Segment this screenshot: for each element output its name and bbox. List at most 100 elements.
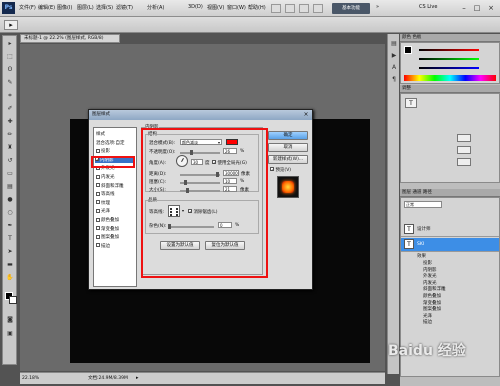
preview-checkbox[interactable]: ✓ 预览(V) (270, 167, 291, 173)
adjust-button-3[interactable] (457, 158, 471, 166)
pen-tool-icon[interactable]: ✒ (5, 222, 15, 230)
menu-window[interactable]: 窗口(W) (227, 4, 246, 11)
style-list-item[interactable]: 图案叠加 (96, 234, 119, 240)
minimize-icon[interactable]: – (459, 3, 469, 13)
menu-edit[interactable]: 编辑(E) (38, 4, 55, 11)
effect-item[interactable]: 斜面和浮雕 (401, 286, 499, 292)
style-checkbox[interactable] (96, 191, 100, 196)
effect-item[interactable]: 图案叠加 (401, 306, 499, 312)
style-list-item[interactable]: 样式 (96, 131, 105, 137)
history-panel-icon[interactable]: ▤ (389, 40, 399, 48)
workspace-chevron-icon[interactable]: » (376, 4, 379, 10)
effects-label[interactable]: 效果 (401, 253, 499, 259)
blur-tool-icon[interactable]: ● (5, 196, 15, 204)
style-checkbox[interactable] (96, 243, 100, 248)
adjust-button-1[interactable] (457, 134, 471, 142)
effect-item[interactable]: 内发光 (401, 280, 499, 286)
workspace-button[interactable]: 基本功能 (332, 3, 370, 14)
maximize-icon[interactable]: □ (472, 3, 482, 13)
quick-select-tool-icon[interactable]: ✎ (5, 79, 15, 87)
healing-tool-icon[interactable]: ✚ (5, 118, 15, 126)
layer-blend-mode-select[interactable]: 正常 (404, 201, 442, 208)
style-list-item[interactable]: 光泽 (96, 208, 110, 214)
marquee-tool-icon[interactable]: ⬚ (5, 53, 15, 61)
adjust-button-2[interactable] (457, 146, 471, 154)
style-list-item[interactable]: 投影 (96, 148, 110, 154)
effect-item[interactable]: 颜色叠加 (401, 293, 499, 299)
blue-slider[interactable] (419, 67, 479, 69)
actions-panel-icon[interactable]: ▶ (389, 52, 399, 60)
bridge-icon[interactable] (271, 4, 281, 13)
hand-tool-icon[interactable] (299, 4, 309, 13)
type-layer-icon[interactable]: T (405, 98, 417, 108)
style-checkbox[interactable] (96, 148, 100, 153)
menu-select[interactable]: 选择(S) (96, 4, 113, 11)
menu-layer[interactable]: 图层(L) (77, 4, 94, 11)
style-list-item[interactable]: 渐变叠加 (96, 226, 119, 232)
cancel-button[interactable]: 取消 (268, 143, 308, 152)
close-icon[interactable]: × (486, 3, 496, 13)
status-arrow-icon[interactable]: ▸ (136, 373, 139, 384)
cs-live-label[interactable]: CS Live (419, 4, 437, 10)
gradient-tool-icon[interactable]: ▤ (5, 183, 15, 191)
effect-item[interactable]: 外发光 (401, 273, 499, 279)
layer-row[interactable]: T SKI (401, 238, 499, 252)
menu-3d[interactable]: 3D(D) (188, 4, 203, 10)
minibridge-icon[interactable] (285, 4, 295, 13)
red-slider[interactable] (419, 49, 479, 51)
color-panel-tab[interactable]: 颜色 色板 (400, 34, 500, 42)
style-checkbox[interactable] (96, 200, 100, 205)
move-tool-preset-icon[interactable]: ▸ (4, 20, 18, 30)
color-panel-fg-swatch[interactable] (404, 46, 412, 54)
layer-row[interactable]: T 设计师 (401, 223, 499, 237)
character-panel-icon[interactable]: A (389, 64, 399, 72)
layers-panel-tab[interactable]: 图层 通道 路径 (400, 189, 500, 197)
effect-item[interactable]: 描边 (401, 319, 499, 325)
style-list-item[interactable]: 等高线 (96, 191, 115, 197)
effect-item[interactable]: 光泽 (401, 313, 499, 319)
style-list-item[interactable]: 描边 (96, 243, 110, 249)
status-zoom[interactable]: 22.18% (22, 373, 39, 384)
effect-item[interactable]: 渐变叠加 (401, 300, 499, 306)
new-style-button[interactable]: 新建样式(W)... (268, 155, 308, 164)
style-list-item[interactable]: 混合选项:自定 (96, 140, 125, 146)
style-list-item[interactable]: 内发光 (96, 174, 115, 180)
style-checkbox[interactable] (96, 174, 100, 179)
style-checkbox[interactable] (96, 234, 100, 239)
color-ramp[interactable] (404, 75, 496, 81)
style-checkbox[interactable] (96, 226, 100, 231)
type-tool-icon[interactable]: T (5, 235, 15, 243)
quick-mask-icon[interactable]: ◙ (5, 316, 15, 324)
history-brush-tool-icon[interactable]: ↺ (5, 157, 15, 165)
effect-item[interactable]: 投影 (401, 260, 499, 266)
lasso-tool-icon[interactable]: ʘ (5, 66, 15, 74)
screen-mode-icon[interactable]: ▣ (5, 330, 15, 338)
eraser-tool-icon[interactable]: ▭ (5, 170, 15, 178)
style-list-item[interactable]: 颜色叠加 (96, 217, 119, 223)
menu-filter[interactable]: 滤镜(T) (116, 4, 133, 11)
green-slider[interactable] (419, 58, 479, 60)
menu-analysis[interactable]: 分析(A) (147, 4, 164, 11)
brush-tool-icon[interactable]: ✏ (5, 131, 15, 139)
shape-tool-icon[interactable]: ▬ (5, 261, 15, 269)
eyedropper-tool-icon[interactable]: ✐ (5, 105, 15, 113)
style-list-item[interactable]: 纹理 (96, 200, 110, 206)
menu-help[interactable]: 帮助(H) (248, 4, 266, 11)
background-color-swatch[interactable] (9, 296, 17, 304)
zoom-tool-icon[interactable] (313, 4, 323, 13)
crop-tool-icon[interactable]: ⌗ (5, 92, 15, 100)
move-tool-icon[interactable]: ▸ (5, 40, 15, 48)
ok-button[interactable]: 确定 (268, 131, 308, 140)
menu-file[interactable]: 文件(F) (19, 4, 36, 11)
style-checkbox[interactable] (96, 217, 100, 222)
menu-view[interactable]: 视图(V) (207, 4, 224, 11)
document-tab[interactable]: 未标题-1 @ 22.2% (图层样式, RGB/8) (20, 34, 120, 43)
adjustments-panel-tab[interactable]: 调整 (400, 85, 500, 93)
style-list-item[interactable]: 斜面和浮雕 (96, 183, 124, 189)
effect-item[interactable]: 内阴影 (401, 267, 499, 273)
path-select-tool-icon[interactable]: ➤ (5, 248, 15, 256)
style-checkbox[interactable] (96, 183, 100, 188)
menu-image[interactable]: 图像(I) (57, 4, 72, 11)
dialog-close-icon[interactable]: × (302, 111, 310, 119)
hand-icon[interactable]: ✋ (5, 274, 15, 282)
